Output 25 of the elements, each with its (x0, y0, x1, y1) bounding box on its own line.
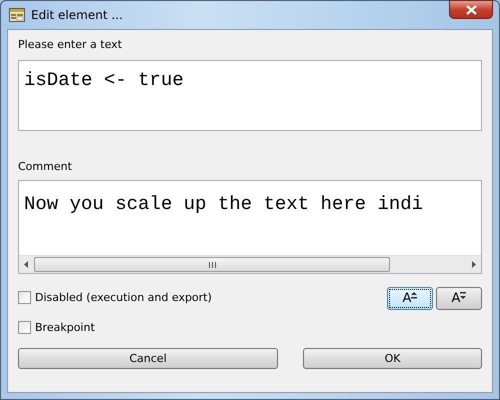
window-title: Edit element ... (31, 8, 123, 22)
field-label: Comment (18, 160, 73, 173)
grip-icon (208, 262, 216, 268)
font-increase-button[interactable]: A (387, 287, 433, 310)
scroll-right-icon (472, 261, 476, 268)
input-text: isDate <- true (24, 69, 184, 91)
comment-text: Now you scale up the text here indi (24, 193, 424, 215)
scrollbar-thumb[interactable] (34, 257, 390, 272)
app-icon (9, 8, 25, 22)
checkbox[interactable] (18, 321, 31, 334)
ok-button[interactable]: OK (303, 348, 482, 369)
close-icon (466, 4, 476, 14)
up-arrows-icon (411, 292, 418, 298)
scroll-left-icon (24, 261, 28, 268)
checkbox-label: Disabled (execution and export) (35, 291, 212, 304)
checkbox[interactable] (18, 291, 31, 304)
cancel-button[interactable]: Cancel (18, 348, 278, 369)
close-button[interactable] (449, 0, 493, 19)
field-label: Please enter a text (18, 38, 123, 51)
text-input[interactable]: isDate <- true (18, 60, 482, 131)
down-arrows-icon (460, 292, 466, 298)
checkbox-label: Breakpoint (35, 321, 95, 334)
horizontal-scrollbar[interactable] (19, 255, 481, 273)
comment-input[interactable]: Now you scale up the text here indi (18, 180, 482, 274)
font-decrease-button[interactable]: A (436, 287, 482, 310)
